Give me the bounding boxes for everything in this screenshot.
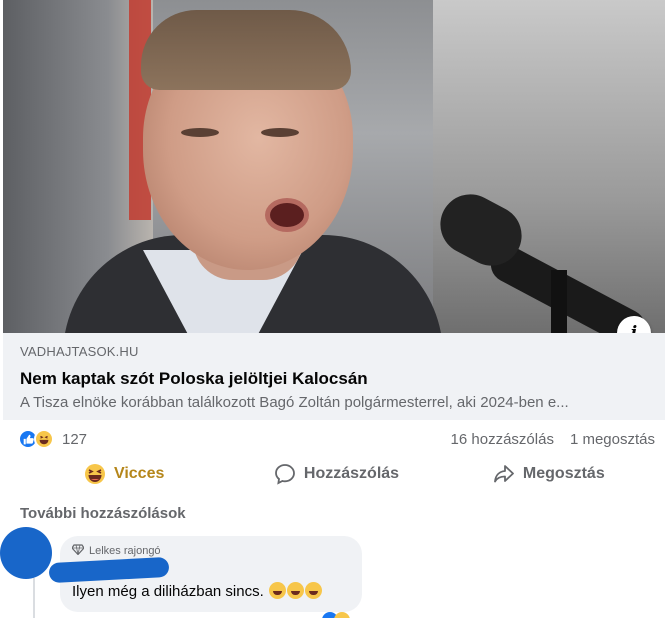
more-comments-link[interactable]: További hozzászólások <box>20 505 186 522</box>
link-preview[interactable]: VADHAJTASOK.HU Nem kaptak szót Poloska j… <box>3 333 665 420</box>
comment-text: Ilyen még a diliházban sincs. <box>72 582 322 600</box>
haha-emoji-icon <box>334 612 350 618</box>
share-arrow-icon <box>493 463 515 485</box>
fan-badge: Lelkes rajongó <box>71 544 350 558</box>
share-label: Megosztás <box>522 465 605 482</box>
comment-label: Hozzászólás <box>303 465 400 482</box>
link-domain: VADHAJTASOK.HU <box>20 344 139 359</box>
comment-bubble: Lelkes rajongó Ilyen még a diliházban si… <box>48 536 362 612</box>
badge-label: Lelkes rajongó <box>89 545 161 557</box>
comment-count[interactable]: 16 hozzászólás <box>451 431 554 448</box>
react-button[interactable]: Vicces <box>18 456 230 492</box>
link-description: A Tisza elnöke korábban találkozott Bagó… <box>20 394 569 411</box>
haha-emoji-icon <box>84 463 106 485</box>
post-image[interactable] <box>3 0 665 333</box>
share-count[interactable]: 1 megosztás <box>570 431 655 448</box>
thread-line <box>33 578 35 618</box>
post-stats: 127 16 hozzászólás 1 megosztás <box>18 428 655 450</box>
diamond-icon <box>71 544 85 558</box>
comment-button[interactable]: Hozzászólás <box>230 456 442 492</box>
reaction-summary[interactable]: 127 <box>18 429 87 449</box>
share-button[interactable]: Megosztás <box>443 456 655 492</box>
react-label: Vicces <box>113 465 165 482</box>
reaction-count: 127 <box>62 430 88 448</box>
avatar[interactable] <box>0 527 52 579</box>
speech-bubble-icon <box>274 463 296 485</box>
laughing-emoji-icon <box>286 582 304 599</box>
redacted-name <box>48 556 170 584</box>
post-actions: Vicces Hozzászólás Megosztás <box>18 456 655 492</box>
laughing-emoji-icon <box>304 582 322 599</box>
link-title[interactable]: Nem kaptak szót Poloska jelöltjei Kalocs… <box>20 368 648 390</box>
comment-reactions[interactable] <box>322 612 350 618</box>
laughing-emoji-icon <box>268 582 286 599</box>
haha-emoji-icon <box>34 429 54 449</box>
